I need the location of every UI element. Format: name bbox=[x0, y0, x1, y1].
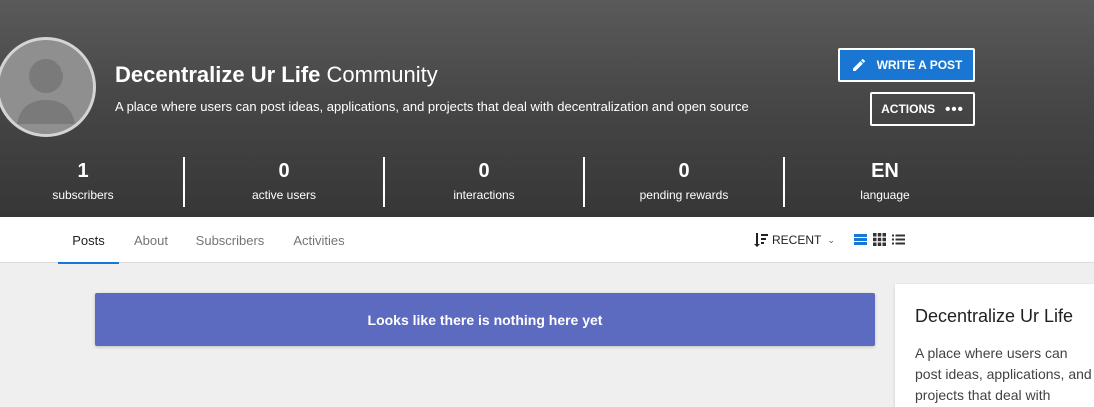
community-suffix: Community bbox=[326, 62, 438, 87]
view-mode-switcher bbox=[854, 233, 905, 247]
actions-label: ACTIONS bbox=[881, 102, 936, 116]
stat-value: 0 bbox=[678, 160, 690, 182]
stat-value: 0 bbox=[278, 160, 290, 182]
stat-label: interactions bbox=[453, 188, 515, 202]
tab-posts[interactable]: Posts bbox=[58, 217, 119, 264]
stat-interactions: 0 interactions bbox=[384, 158, 584, 202]
stat-value: EN bbox=[871, 160, 899, 182]
stat-subscribers: 1 subscribers bbox=[0, 158, 183, 202]
community-title: Decentralize Ur Life Community bbox=[115, 62, 438, 88]
stat-language: EN language bbox=[785, 158, 985, 202]
sort-label: RECENT bbox=[772, 233, 822, 247]
sort-icon bbox=[754, 233, 768, 247]
sidebar-community-name: Decentralize Ur Life bbox=[915, 306, 1074, 326]
user-avatar-icon bbox=[17, 59, 75, 124]
compact-list-icon[interactable] bbox=[892, 233, 905, 246]
community-header: Decentralize Ur Life Community A place w… bbox=[0, 0, 1094, 217]
community-name: Decentralize Ur Life bbox=[115, 62, 321, 87]
stat-label: subscribers bbox=[52, 188, 114, 202]
tab-subscribers[interactable]: Subscribers bbox=[186, 217, 274, 263]
stat-active-users: 0 active users bbox=[184, 158, 384, 202]
empty-state-banner: Looks like there is nothing here yet bbox=[95, 293, 875, 346]
community-tab-bar: Posts About Subscribers Activities RECEN… bbox=[0, 217, 1094, 264]
stat-label: active users bbox=[251, 188, 317, 202]
stat-label: language bbox=[860, 188, 910, 202]
community-sidebar-card: Decentralize Ur Life A place where users… bbox=[895, 284, 1094, 407]
stat-value: 1 bbox=[77, 160, 89, 182]
tab-about[interactable]: About bbox=[124, 217, 178, 263]
pencil-icon bbox=[851, 57, 867, 73]
more-dots-icon: ••• bbox=[945, 100, 964, 118]
community-description: A place where users can post ideas, appl… bbox=[115, 99, 749, 114]
stat-value: 0 bbox=[478, 160, 490, 182]
sort-dropdown[interactable]: RECENT ⌄ bbox=[752, 217, 835, 263]
grid-view-icon[interactable] bbox=[873, 233, 886, 246]
actions-button[interactable]: ACTIONS ••• bbox=[870, 92, 975, 126]
list-view-icon[interactable] bbox=[854, 233, 867, 246]
write-post-button[interactable]: WRITE A POST bbox=[838, 48, 975, 82]
write-post-label: WRITE A POST bbox=[876, 58, 963, 72]
tab-activities[interactable]: Activities bbox=[282, 217, 356, 263]
sidebar-community-description: A place where users can post ideas, appl… bbox=[915, 345, 1092, 403]
chevron-down-icon: ⌄ bbox=[827, 234, 835, 245]
stat-pending-rewards: 0 pending rewards bbox=[584, 158, 784, 202]
stat-label: pending rewards bbox=[639, 188, 729, 202]
community-avatar bbox=[0, 37, 96, 137]
